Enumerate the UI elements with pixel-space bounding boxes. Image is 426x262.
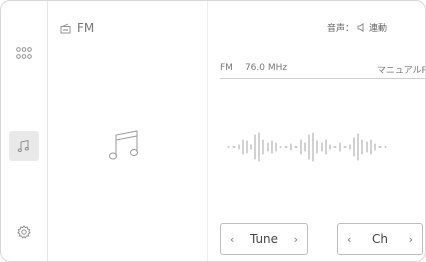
tune-prev-button[interactable]: ‹ bbox=[230, 233, 234, 246]
audio-source-button[interactable] bbox=[9, 131, 39, 161]
tune-next-button[interactable]: › bbox=[294, 233, 298, 246]
speaker-icon bbox=[357, 23, 364, 32]
frequency-value: 76.0 MHz bbox=[244, 63, 288, 73]
gear-icon bbox=[17, 225, 31, 239]
signal-waveform bbox=[224, 129, 414, 169]
status-divider bbox=[220, 78, 425, 79]
tuning-mode: マニュアルP bbox=[376, 66, 426, 76]
tuner-pane: 音声： 連動 FM 76.0 MHz マニュアルP ‹ Tune › ‹ Ch … bbox=[208, 1, 426, 261]
voice-label: 音声： bbox=[326, 24, 354, 34]
music-note-icon bbox=[17, 139, 29, 152]
channel-next-button[interactable]: › bbox=[409, 233, 413, 246]
channel-prev-button[interactable]: ‹ bbox=[347, 233, 351, 246]
station-status: FM 76.0 MHz マニュアルP bbox=[220, 63, 426, 76]
channel-label: Ch bbox=[372, 232, 388, 246]
voice-indicator: 音声： 連動 bbox=[327, 21, 387, 34]
sidebar bbox=[1, 1, 48, 261]
waveform-graphic bbox=[227, 132, 387, 162]
source-label: FM bbox=[77, 21, 95, 35]
apps-grid-button[interactable] bbox=[11, 40, 37, 66]
channel-control: ‹ Ch › bbox=[337, 223, 423, 255]
album-art-placeholder bbox=[108, 129, 140, 165]
voice-value: 連動 bbox=[368, 24, 387, 34]
band-label: FM bbox=[220, 63, 233, 73]
source-pane: FM bbox=[48, 1, 208, 261]
tune-label: Tune bbox=[249, 232, 279, 246]
apps-grid-icon bbox=[16, 47, 32, 59]
radio-screen: FM 音声： 連動 FM 76.0 MHz マニュアルP ‹ Tune › ‹ … bbox=[0, 0, 426, 262]
source-indicator: FM bbox=[60, 21, 94, 35]
radio-icon bbox=[60, 23, 71, 33]
tune-control: ‹ Tune › bbox=[220, 223, 308, 255]
music-note-icon bbox=[109, 130, 138, 160]
settings-button[interactable] bbox=[11, 219, 37, 245]
